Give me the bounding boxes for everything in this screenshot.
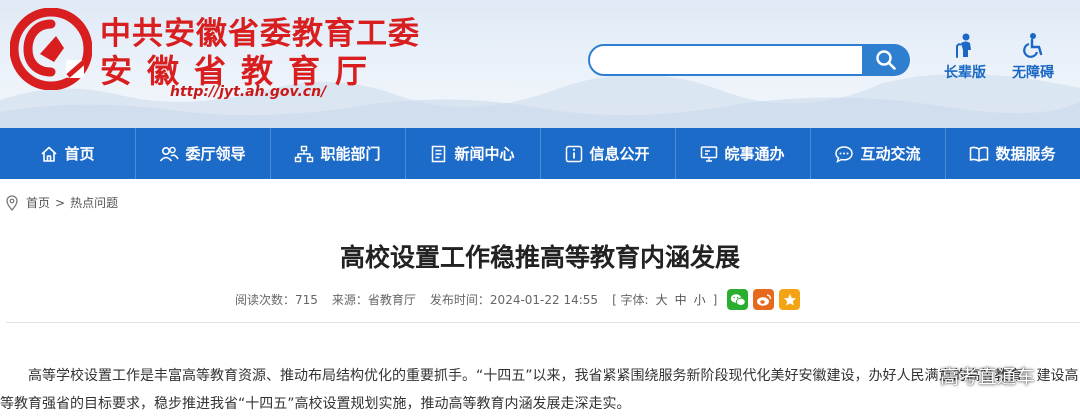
- breadcrumb-home[interactable]: 首页: [26, 194, 50, 211]
- elder-mode-link[interactable]: 长辈版: [935, 32, 995, 82]
- site-url[interactable]: http://jyt.ah.gov.cn/: [170, 84, 326, 100]
- nav-item-services[interactable]: 皖事通办: [675, 128, 810, 179]
- favorite-button[interactable]: [779, 289, 801, 310]
- search-input[interactable]: [600, 50, 850, 70]
- nav-item-info-disclosure[interactable]: 信息公开: [540, 128, 675, 179]
- location-pin-icon: [6, 194, 18, 211]
- nav-label-data-services: 数据服务: [995, 145, 1056, 163]
- publish-time: 发布时间：2024-01-22 14:55: [429, 293, 599, 307]
- chat-icon: [835, 145, 854, 163]
- star-icon: [783, 293, 796, 305]
- article-meta: 阅读次数：715 来源：省教育厅 发布时间：2024-01-22 14:55 […: [235, 289, 805, 310]
- article-title: 高校设置工作稳推高等教育内涵发展: [339, 243, 740, 272]
- font-size-medium[interactable]: 中: [675, 291, 687, 308]
- nav-label-info-disclosure: 信息公开: [589, 145, 650, 163]
- breadcrumb: 首页 > 热点问题: [6, 194, 118, 211]
- elder-person-icon: [956, 33, 971, 58]
- nav-item-data-services[interactable]: 数据服务: [945, 128, 1080, 179]
- view-count: 阅读次数：715: [235, 293, 318, 307]
- font-size-large[interactable]: 大: [656, 291, 668, 308]
- font-size-close: ]: [712, 292, 718, 307]
- article-source: 来源：省教育厅: [331, 293, 416, 307]
- nav-item-departments[interactable]: 职能部门: [270, 128, 405, 179]
- org-chart-icon: [295, 145, 314, 162]
- nav-label-home: 首页: [64, 145, 95, 163]
- nav-item-news[interactable]: 新闻中心: [405, 128, 540, 179]
- share-wechat-button[interactable]: [727, 289, 749, 310]
- nav-label-leaders: 委厅领导: [185, 145, 246, 163]
- nav-label-services: 皖事通办: [724, 145, 785, 163]
- elder-mode-label: 长辈版: [944, 65, 986, 81]
- accessibility-link[interactable]: 无障碍: [1003, 32, 1063, 82]
- nav-label-departments: 职能部门: [320, 145, 381, 163]
- search-icon: [876, 50, 896, 70]
- home-icon: [41, 146, 58, 162]
- breadcrumb-current[interactable]: 热点问题: [70, 194, 118, 211]
- wechat-icon: [730, 293, 746, 306]
- party-emblem-logo: [10, 8, 92, 90]
- search-button[interactable]: [862, 44, 910, 76]
- nav-label-news: 新闻中心: [454, 145, 515, 163]
- book-icon: [970, 146, 989, 162]
- header-banner: 中共安徽省委教育工委 安徽省教育厅 http://jyt.ah.gov.cn/ …: [0, 0, 1080, 128]
- people-icon: [160, 146, 180, 162]
- info-icon: [566, 145, 583, 162]
- news-icon: [432, 145, 446, 162]
- meta-divider: [6, 322, 1080, 323]
- search-box: [588, 44, 864, 76]
- monitor-icon: [701, 145, 718, 162]
- nav-item-interaction[interactable]: 互动交流: [810, 128, 945, 179]
- watermark-text: 高考直通车: [940, 366, 1036, 388]
- nav-item-leaders[interactable]: 委厅领导: [135, 128, 270, 179]
- font-size-small[interactable]: 小: [694, 291, 706, 308]
- accessibility-label: 无障碍: [1012, 65, 1054, 81]
- share-weibo-button[interactable]: [753, 289, 775, 310]
- breadcrumb-separator: >: [55, 195, 66, 210]
- wheelchair-icon: [1023, 33, 1043, 58]
- nav-label-interaction: 互动交流: [860, 145, 921, 163]
- article-paragraph: 高等学校设置工作是丰富高等教育资源、推动布局结构优化的重要抓手。“十四五”以来，…: [0, 368, 1079, 412]
- main-nav: 首页 委厅领导 职能部门 新闻中心 信息公开 皖事通办 互动交流 数据服务: [0, 128, 1080, 179]
- weibo-icon: [756, 293, 772, 306]
- nav-item-home[interactable]: 首页: [0, 128, 135, 179]
- font-size-label: [ 字体:: [612, 293, 649, 307]
